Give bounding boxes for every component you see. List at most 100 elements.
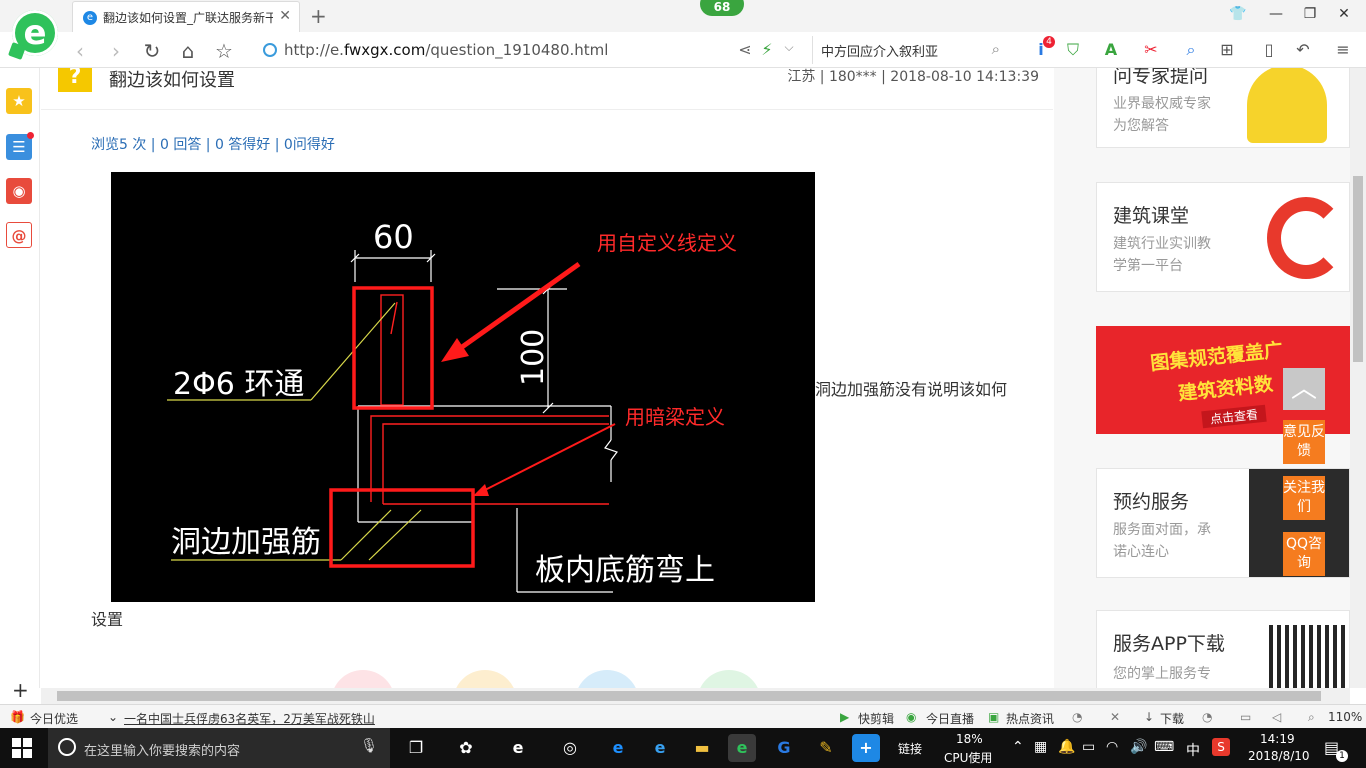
microphone-icon[interactable]: 🎙 — [360, 738, 378, 754]
taskbar-search-placeholder[interactable]: 在这里输入你要搜索的内容 — [84, 740, 240, 759]
clock-date[interactable]: 2018/8/10 — [1248, 749, 1310, 763]
task-view-icon[interactable]: ❐ — [402, 734, 430, 762]
menu-icon[interactable]: ≡ — [1332, 40, 1354, 59]
sogou-ime-icon[interactable]: S — [1212, 738, 1230, 756]
news-headline-link[interactable]: 一名中国士兵俘虏63名英军，2万美军战死铁山 — [124, 710, 375, 727]
speed-mode-icon[interactable]: ⚡ — [756, 40, 778, 59]
ad-cta[interactable]: 点击查看 — [1201, 404, 1267, 429]
search-box[interactable]: 中方回应介入叙利亚 ⌕ — [812, 36, 1012, 64]
chevron-down-icon[interactable]: ⌵ — [778, 40, 800, 55]
action-circle-4[interactable] — [697, 670, 761, 688]
zoom-level[interactable]: 110% — [1328, 710, 1362, 724]
screenshot-scissors-icon[interactable]: ✂ — [1140, 40, 1162, 59]
notification-badge[interactable]: 68 — [700, 0, 744, 16]
action-circle-2[interactable] — [453, 670, 517, 688]
horizontal-scrollbar[interactable] — [41, 688, 1350, 704]
live-link[interactable]: 今日直播 — [926, 710, 974, 727]
windows-start-icon[interactable] — [12, 738, 32, 758]
battery-icon[interactable]: ▭ — [1082, 739, 1095, 755]
new-tab-button[interactable]: + — [310, 4, 327, 28]
vertical-scrollbar[interactable] — [1350, 68, 1366, 688]
browser-logo-icon[interactable]: e — [8, 10, 58, 60]
app-edge-icon[interactable]: e — [604, 734, 632, 762]
search-input[interactable]: 中方回应介入叙利亚 — [821, 41, 938, 60]
keyboard-icon[interactable]: ⌨ — [1154, 739, 1174, 755]
app-ie-icon[interactable]: e — [646, 734, 674, 762]
app-plus-icon[interactable]: + — [852, 734, 880, 762]
volume-icon[interactable]: 🔊 — [1130, 739, 1147, 755]
clean-icon[interactable]: ◔ — [1202, 710, 1212, 724]
translate-icon[interactable]: A — [1100, 40, 1122, 59]
tray-app-icon[interactable]: ▦ — [1034, 739, 1047, 755]
skin-icon[interactable]: 👕 — [1228, 6, 1248, 22]
forward-button[interactable]: › — [104, 39, 128, 63]
url-field[interactable]: http://e.fwxgx.com/question_1910480.html — [284, 41, 608, 59]
card-subtitle: 为您解答 — [1113, 118, 1169, 134]
reader-icon[interactable]: ▯ — [1258, 40, 1280, 59]
chevron-down-icon[interactable]: ⌄ — [108, 710, 118, 724]
chevron-up-icon[interactable]: ⌃ — [1012, 739, 1024, 755]
app-notepad-icon[interactable]: ✎ — [812, 734, 840, 762]
feedback-button[interactable]: 意见反馈 — [1283, 420, 1325, 464]
home-button[interactable]: ⌂ — [176, 39, 200, 63]
question-stats[interactable]: 浏览5 次 | 0 回答 | 0 答得好 | 0问得好 — [91, 134, 335, 154]
qq-consult-button[interactable]: QQ咨询 — [1283, 532, 1325, 576]
download-link[interactable]: 下载 — [1160, 710, 1184, 727]
action-circle-3[interactable] — [575, 670, 639, 688]
reload-button[interactable]: ↻ — [140, 39, 164, 63]
wifi-icon[interactable]: ◠ — [1106, 739, 1118, 755]
window-icon[interactable]: ▭ — [1240, 710, 1251, 724]
shield-icon[interactable]: ⛉ — [1062, 40, 1084, 60]
question-header: ? 翻边该如何设置 江苏 | 180*** | 2018-08-10 14:13… — [41, 68, 1053, 110]
question-body-text-end: 设置 — [91, 610, 124, 629]
hot-news-link[interactable]: 热点资讯 — [1006, 710, 1054, 727]
accelerate-icon[interactable]: ◔ — [1072, 710, 1082, 724]
share-icon[interactable]: ⋖ — [734, 40, 756, 59]
card-classroom[interactable]: 建筑课堂 建筑行业实训教 学第一平台 — [1096, 182, 1350, 292]
ime-indicator[interactable]: 中 — [1186, 740, 1200, 760]
weibo-icon[interactable]: ◉ — [6, 178, 32, 204]
taskbar-link-label[interactable]: 链接 — [898, 740, 922, 757]
cad-drawing-figure[interactable]: 60 100 2Φ6 环通 洞边加强筋 板内底筋弯上 用自定义线定义 用暗梁定义 — [111, 172, 815, 602]
today-pick[interactable]: 今日优选 — [30, 710, 78, 727]
security-icon[interactable] — [263, 43, 277, 57]
mail-icon[interactable]: @ — [6, 222, 32, 248]
bell-icon[interactable]: 🔔 — [1058, 739, 1075, 755]
quick-clip-link[interactable]: 快剪辑 — [858, 710, 894, 727]
card-app-download[interactable]: 服务APP下载 您的掌上服务专 — [1096, 610, 1350, 688]
scroll-thumb[interactable] — [57, 691, 1321, 701]
close-window-button[interactable]: ✕ — [1334, 6, 1354, 22]
add-sidebar-item-button[interactable]: + — [12, 678, 29, 702]
taskbar-search[interactable]: 在这里输入你要搜索的内容 🎙 — [48, 728, 390, 768]
follow-us-button[interactable]: 关注我们 — [1283, 476, 1325, 520]
back-to-top-button[interactable]: ︿ — [1283, 368, 1325, 410]
app-browser-e-icon[interactable]: e — [504, 734, 532, 762]
back-button[interactable]: ‹ — [68, 39, 92, 63]
card-title: 服务APP下载 — [1113, 633, 1225, 655]
scroll-thumb[interactable] — [1353, 176, 1363, 362]
tab-active[interactable]: e 翻边该如何设置_广联达服务新干线 ✕ — [72, 1, 300, 32]
bookmark-star-button[interactable]: ☆ — [212, 39, 236, 63]
search-icon[interactable]: ⌕ — [992, 40, 1000, 58]
app-360-browser-icon[interactable]: e — [728, 734, 756, 762]
sound-icon[interactable]: ◁ — [1272, 710, 1281, 724]
app-pinwheel-icon[interactable]: ✿ — [452, 734, 480, 762]
cad-drawing: 60 100 2Φ6 环通 洞边加强筋 板内底筋弯上 用自定义线定义 用暗梁定义 — [167, 218, 737, 593]
card-ask-expert[interactable]: 问专家提问 业界最权威专家 为您解答 — [1096, 68, 1350, 148]
tools-icon[interactable]: ✕ — [1110, 710, 1120, 724]
find-icon[interactable]: ⌕ — [1180, 40, 1202, 60]
note-hidden-beam: 用暗梁定义 — [625, 405, 725, 429]
app-swirl-icon[interactable]: ◎ — [556, 734, 584, 762]
app-file-explorer-icon[interactable]: ▬ — [688, 734, 716, 762]
app-glodon-icon[interactable]: G — [770, 734, 798, 762]
restore-button[interactable]: ❐ — [1300, 6, 1320, 22]
apps-grid-icon[interactable]: ⊞ — [1216, 40, 1238, 59]
undo-close-icon[interactable]: ↶ — [1292, 40, 1314, 59]
action-circle-1[interactable] — [331, 670, 395, 688]
clock-time[interactable]: 14:19 — [1260, 732, 1295, 746]
dim-height-label: 100 — [516, 329, 551, 386]
hole-rebar-label: 洞边加强筋 — [171, 525, 321, 560]
minimize-button[interactable]: — — [1266, 6, 1286, 22]
favorites-star-icon[interactable]: ★ — [6, 88, 32, 114]
tab-close-icon[interactable]: ✕ — [279, 8, 291, 24]
